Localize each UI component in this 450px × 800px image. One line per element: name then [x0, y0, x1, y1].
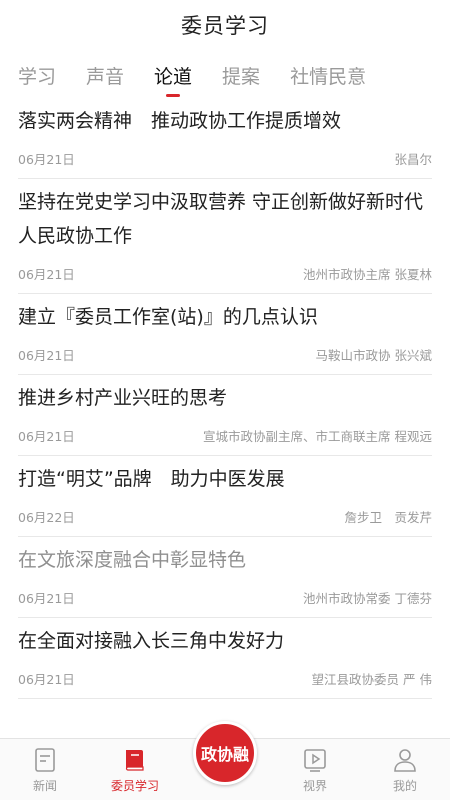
article-author: 池州市政协常委 丁德芬: [303, 590, 432, 606]
article-date: 06月21日: [18, 428, 75, 444]
top-header: 委员学习: [0, 0, 450, 50]
article-title: 在全面对接融入长三角中发好力: [18, 630, 285, 652]
bottom-tabbar: 新闻 委员学习 政协融 视界 我的: [0, 721, 450, 800]
article-author: 池州市政协主席 张夏林: [303, 266, 432, 282]
video-play-icon: [302, 747, 328, 773]
article-author: 张昌尔: [394, 151, 432, 167]
article-date: 06月21日: [18, 671, 75, 687]
tab-proposal[interactable]: 提案: [222, 50, 260, 89]
article-title: 坚持在党史学习中汲取营养 守正创新做好新时代人民政协工作: [18, 191, 424, 247]
article-meta: 06月21日 池州市政协主席 张夏林: [18, 253, 432, 293]
article-meta: 06月21日 张昌尔: [18, 138, 432, 178]
list-item[interactable]: 在文旅深度融合中彰显特色 06月21日 池州市政协常委 丁德芬: [18, 537, 432, 618]
article-author: 望江县政协委员 严 伟: [311, 671, 432, 687]
tabbar-study[interactable]: 委员学习: [90, 739, 180, 800]
tabbar-mine[interactable]: 我的: [360, 739, 450, 800]
article-author: 马鞍山市政协 张兴斌: [315, 347, 432, 363]
tab-discussion[interactable]: 论道: [154, 50, 192, 89]
tabbar-mine-label: 我的: [392, 779, 417, 793]
list-item[interactable]: 推进乡村产业兴旺的思考 06月21日 宣城市政协副主席、市工商联主席 程观远: [18, 375, 432, 456]
center-action-button[interactable]: 政协融: [193, 721, 257, 785]
article-meta: 06月22日 詹步卫 贡发芹: [18, 496, 432, 536]
tabbar-news-label: 新闻: [32, 779, 57, 793]
article-title: 推进乡村产业兴旺的思考: [18, 387, 228, 409]
tab-study[interactable]: 学习: [18, 50, 56, 89]
tab-public-opinion[interactable]: 社情民意: [290, 50, 366, 89]
article-title: 在文旅深度融合中彰显特色: [18, 549, 247, 571]
tab-voice[interactable]: 声音: [86, 50, 124, 89]
list-item[interactable]: 建立『委员工作室(站)』的几点认识 06月21日 马鞍山市政协 张兴斌: [18, 294, 432, 375]
article-date: 06月21日: [18, 590, 75, 606]
article-meta: 06月21日 宣城市政协副主席、市工商联主席 程观远: [18, 415, 432, 455]
tabbar-study-label: 委员学习: [110, 779, 159, 793]
article-meta: 06月21日 池州市政协常委 丁德芬: [18, 577, 432, 617]
list-item[interactable]: 坚持在党史学习中汲取营养 守正创新做好新时代人民政协工作 06月21日 池州市政…: [18, 179, 432, 294]
article-title: 打造“明艾”品牌 助力中医发展: [18, 468, 285, 490]
article-date: 06月21日: [18, 266, 75, 282]
article-meta: 06月21日 马鞍山市政协 张兴斌: [18, 334, 432, 374]
book-icon: [122, 747, 148, 773]
tabbar-news[interactable]: 新闻: [0, 739, 90, 800]
article-date: 06月22日: [18, 509, 75, 525]
list-item[interactable]: 在全面对接融入长三角中发好力 06月21日 望江县政协委员 严 伟: [18, 618, 432, 699]
article-title: 建立『委员工作室(站)』的几点认识: [18, 306, 318, 328]
article-date: 06月21日: [18, 347, 75, 363]
page-title: 委员学习: [181, 14, 269, 38]
article-author: 詹步卫 贡发芹: [344, 509, 432, 525]
category-tabs: 学习 声音 论道 提案 社情民意: [0, 50, 450, 98]
article-list: 落实两会精神 推动政协工作提质增效 06月21日 张昌尔 坚持在党史学习中汲取营…: [0, 98, 450, 699]
tabbar-vision-label: 视界: [302, 779, 327, 793]
article-meta: 06月21日 望江县政协委员 严 伟: [18, 658, 432, 698]
list-item[interactable]: 落实两会精神 推动政协工作提质增效 06月21日 张昌尔: [18, 98, 432, 179]
news-icon: [32, 747, 58, 773]
article-author: 宣城市政协副主席、市工商联主席 程观远: [203, 428, 432, 444]
article-date: 06月21日: [18, 151, 75, 167]
tabbar-center: 政协融: [180, 721, 270, 800]
tabbar-vision[interactable]: 视界: [270, 739, 360, 800]
article-title: 落实两会精神 推动政协工作提质增效: [18, 110, 342, 132]
user-icon: [392, 747, 418, 773]
list-item[interactable]: 打造“明艾”品牌 助力中医发展 06月22日 詹步卫 贡发芹: [18, 456, 432, 537]
